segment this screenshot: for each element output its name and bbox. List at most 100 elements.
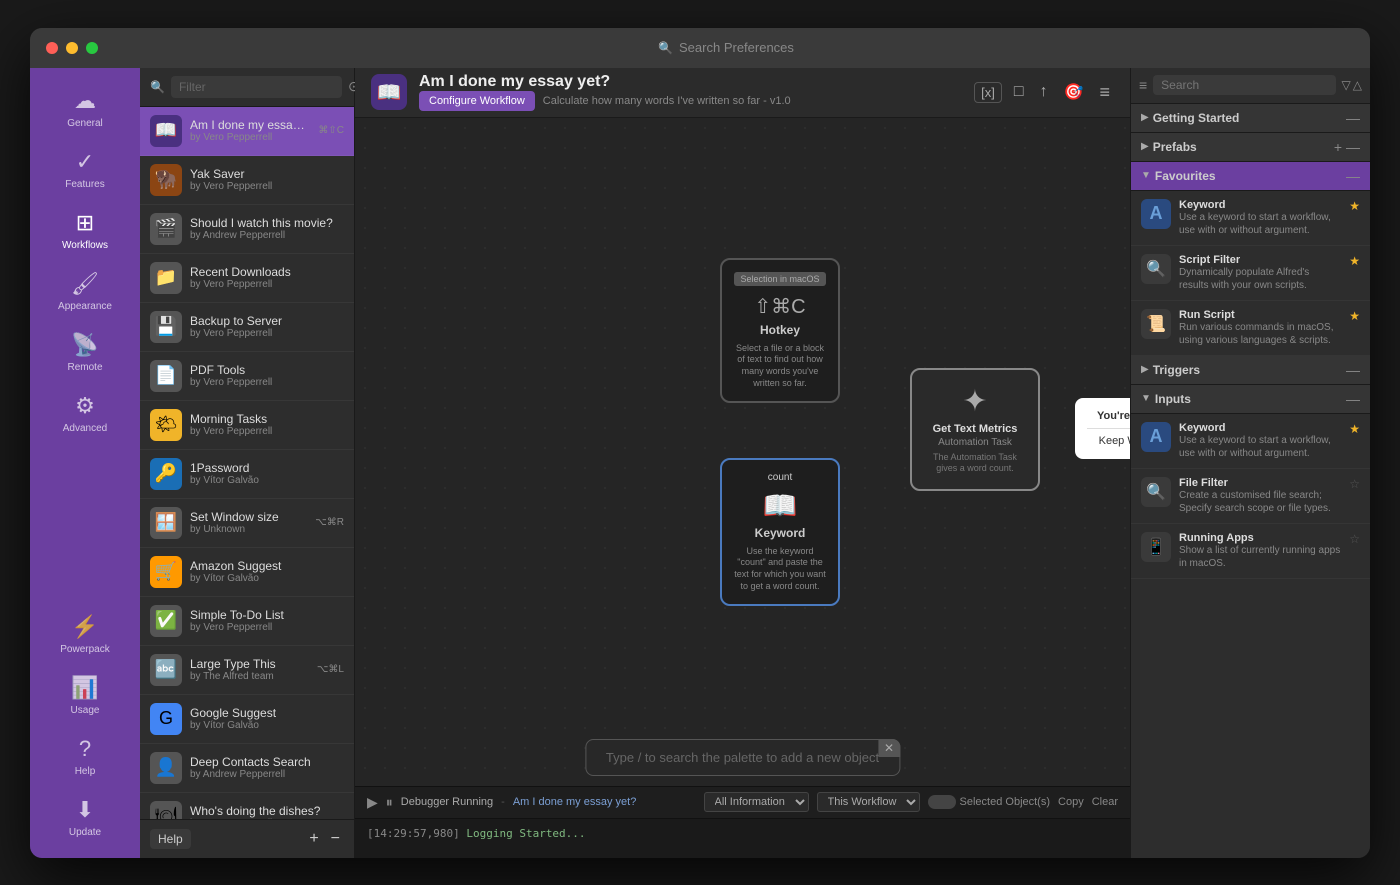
workflow-info: Am I done my essay yet? by Vero Pepperre… [190, 118, 310, 143]
sidebar-item-advanced[interactable]: ⚙ Advanced [30, 383, 140, 444]
workflow-item[interactable]: 🛒 Amazon Suggest by Vítor Galvão [140, 548, 354, 597]
automation-node[interactable]: ✦ Get Text Metrics Automation Task The A… [910, 368, 1040, 491]
workflow-item[interactable]: 🔑 1Password by Vítor Galvão [140, 450, 354, 499]
prefabs-header[interactable]: ▶ Prefabs + — [1131, 133, 1370, 162]
remove-workflow-button[interactable]: − [327, 828, 344, 850]
workflow-header: 📖 Am I done my essay yet? Configure Work… [355, 68, 1130, 118]
workflow-item[interactable]: 📄 PDF Tools by Vero Pepperrell [140, 352, 354, 401]
debugger-bar: ▶ ⏸ Debugger Running - Am I done my essa… [355, 786, 1130, 818]
automation-subtitle: Automation Task [938, 437, 1012, 448]
paintbrush-icon: 🖌 [71, 271, 99, 297]
sidebar-item-usage[interactable]: 📊 Usage [30, 665, 140, 726]
debugger-bar-right: All Information This Workflow Selected O… [704, 792, 1118, 812]
debugger-scope-select[interactable]: This Workflow [817, 792, 920, 812]
sidebar-item-update[interactable]: ⬇ Update [30, 787, 140, 848]
workflow-item[interactable]: 📖 Am I done my essay yet? by Vero Pepper… [140, 107, 354, 156]
help-button[interactable]: Help [150, 829, 191, 849]
rp-filter-down[interactable]: ▽ [1342, 78, 1351, 92]
menu-button[interactable]: ≡ [1095, 78, 1114, 107]
debugger-workflow-name: Am I done my essay yet? [513, 796, 637, 808]
sidebar-item-powerpack[interactable]: ⚡ Powerpack [30, 604, 140, 665]
workflow-icon: G [150, 703, 182, 735]
configure-workflow-button[interactable]: Configure Workflow [419, 91, 535, 111]
rp-item-keyword[interactable]: A Keyword Use a keyword to start a workf… [1131, 191, 1370, 246]
section-collapse-button[interactable]: — [1346, 362, 1360, 378]
slash-hint: Type / to search the palette to add a ne… [606, 750, 879, 765]
star-icon: ★ [1349, 309, 1360, 323]
rp-menu-button[interactable]: ≡ [1139, 77, 1147, 93]
add-prefab-button[interactable]: + [1334, 139, 1342, 155]
sidebar-item-general[interactable]: ☁ General [30, 78, 140, 139]
copy-debug-button[interactable]: Copy [1058, 796, 1084, 808]
workflow-info: Backup to Server by Vero Pepperrell [190, 314, 344, 339]
workflow-item[interactable]: 🪟 Set Window size by Unknown ⌥⌘R [140, 499, 354, 548]
section-actions: — [1346, 110, 1360, 126]
automation-desc: The Automation Task gives a word count. [926, 452, 1024, 475]
workflow-icon: 🔑 [150, 458, 182, 490]
workflow-info: Large Type This by The Alfred team [190, 657, 309, 682]
workflow-icon: 📖 [150, 115, 182, 147]
favourites-header[interactable]: ▼ Favourites — [1131, 162, 1370, 191]
sidebar-item-help[interactable]: ? Help [30, 726, 140, 787]
rp-filter-up[interactable]: △ [1353, 78, 1362, 92]
workflow-item[interactable]: 🎬 Should I watch this movie? by Andrew P… [140, 205, 354, 254]
sidebar-item-remote[interactable]: 📡 Remote [30, 322, 140, 383]
hotkey-node[interactable]: Selection in macOS ⇧⌘C Hotkey Select a f… [720, 258, 840, 404]
section-collapse-button[interactable]: — [1346, 139, 1360, 155]
maximize-button[interactable] [86, 42, 98, 54]
workflow-item[interactable]: 🍽 Who's doing the dishes? by Vero Pepper… [140, 793, 354, 819]
rp-item-keyword-input[interactable]: A Keyword Use a keyword to start a workf… [1131, 414, 1370, 469]
decision-yes: You're done! [1097, 410, 1130, 422]
sidebar-item-appearance[interactable]: 🖌 Appearance [30, 261, 140, 322]
section-collapse-button[interactable]: — [1346, 110, 1360, 126]
workflow-canvas[interactable]: Selection in macOS ⇧⌘C Hotkey Select a f… [355, 118, 1130, 786]
workflow-item[interactable]: 🦬 Yak Saver by Vero Pepperrell [140, 156, 354, 205]
workflow-item[interactable]: 📁 Recent Downloads by Vero Pepperrell [140, 254, 354, 303]
close-palette-button[interactable]: ✕ [878, 739, 900, 757]
inputs-header[interactable]: ▼ Inputs — [1131, 385, 1370, 414]
header-actions: [x] □ ↑ 🎯 ≡ [974, 78, 1114, 107]
rp-filter-buttons: ▽ △ [1342, 78, 1362, 92]
collapse-arrow-icon: ▶ [1141, 364, 1149, 375]
workflow-item[interactable]: G Google Suggest by Vítor Galvão [140, 695, 354, 744]
sidebar-item-workflows[interactable]: ⊞ Workflows [30, 200, 140, 261]
sidebar-item-features[interactable]: ✓ Features [30, 139, 140, 200]
add-node-button[interactable]: □ [1010, 79, 1028, 105]
workflow-item[interactable]: 👤 Deep Contacts Search by Andrew Pepperr… [140, 744, 354, 793]
close-button[interactable] [46, 42, 58, 54]
getting-started-header[interactable]: ▶ Getting Started — [1131, 104, 1370, 133]
run-script-icon: 📜 [1141, 309, 1171, 339]
clear-debug-button[interactable]: Clear [1092, 796, 1118, 808]
section-collapse-button[interactable]: — [1346, 391, 1360, 407]
traffic-lights [46, 42, 98, 54]
rp-search-input[interactable] [1153, 75, 1335, 95]
workflow-item[interactable]: 💾 Backup to Server by Vero Pepperrell [140, 303, 354, 352]
minimize-button[interactable] [66, 42, 78, 54]
star-empty-icon: ☆ [1349, 477, 1360, 491]
keyword-node[interactable]: count 📖 Keyword Use the keyword "count" … [720, 458, 840, 607]
workflow-item[interactable]: 🌤 Morning Tasks by Vero Pepperrell [140, 401, 354, 450]
workflow-icon: 🦬 [150, 164, 182, 196]
export-button[interactable]: ↑ [1036, 79, 1052, 105]
section-collapse-button[interactable]: — [1346, 168, 1360, 184]
hotkey-desc: Select a file or a block of text to find… [734, 343, 826, 390]
inputs-items: A Keyword Use a keyword to start a workf… [1131, 414, 1370, 579]
workflow-item[interactable]: 🔤 Large Type This by The Alfred team ⌥⌘L [140, 646, 354, 695]
filter-input[interactable] [171, 76, 342, 98]
rp-item-running-apps[interactable]: 📱 Running Apps Show a list of currently … [1131, 524, 1370, 579]
toggle-switch[interactable] [928, 795, 956, 809]
keyword-input-icon: A [1141, 422, 1171, 452]
variables-button[interactable]: [x] [974, 82, 1002, 103]
decision-node[interactable]: You're done! Keep Writing [1075, 398, 1130, 459]
rp-item-script-filter[interactable]: 🔍 Script Filter Dynamically populate Alf… [1131, 246, 1370, 301]
rp-item-file-filter[interactable]: 🔍 File Filter Create a customised file s… [1131, 469, 1370, 524]
debugger-pause-icon: ⏸ [386, 794, 393, 811]
keyword-desc: Use the keyword "count" and paste the te… [734, 546, 826, 593]
search-placeholder[interactable]: Search Preferences [679, 40, 794, 55]
rp-item-run-script[interactable]: 📜 Run Script Run various commands in mac… [1131, 301, 1370, 356]
workflow-item[interactable]: ✅ Simple To-Do List by Vero Pepperrell [140, 597, 354, 646]
add-workflow-button[interactable]: + [305, 828, 322, 850]
triggers-header[interactable]: ▶ Triggers — [1131, 356, 1370, 385]
debugger-filter-select[interactable]: All Information [704, 792, 809, 812]
debug-pin-button[interactable]: 🎯 [1060, 78, 1088, 106]
